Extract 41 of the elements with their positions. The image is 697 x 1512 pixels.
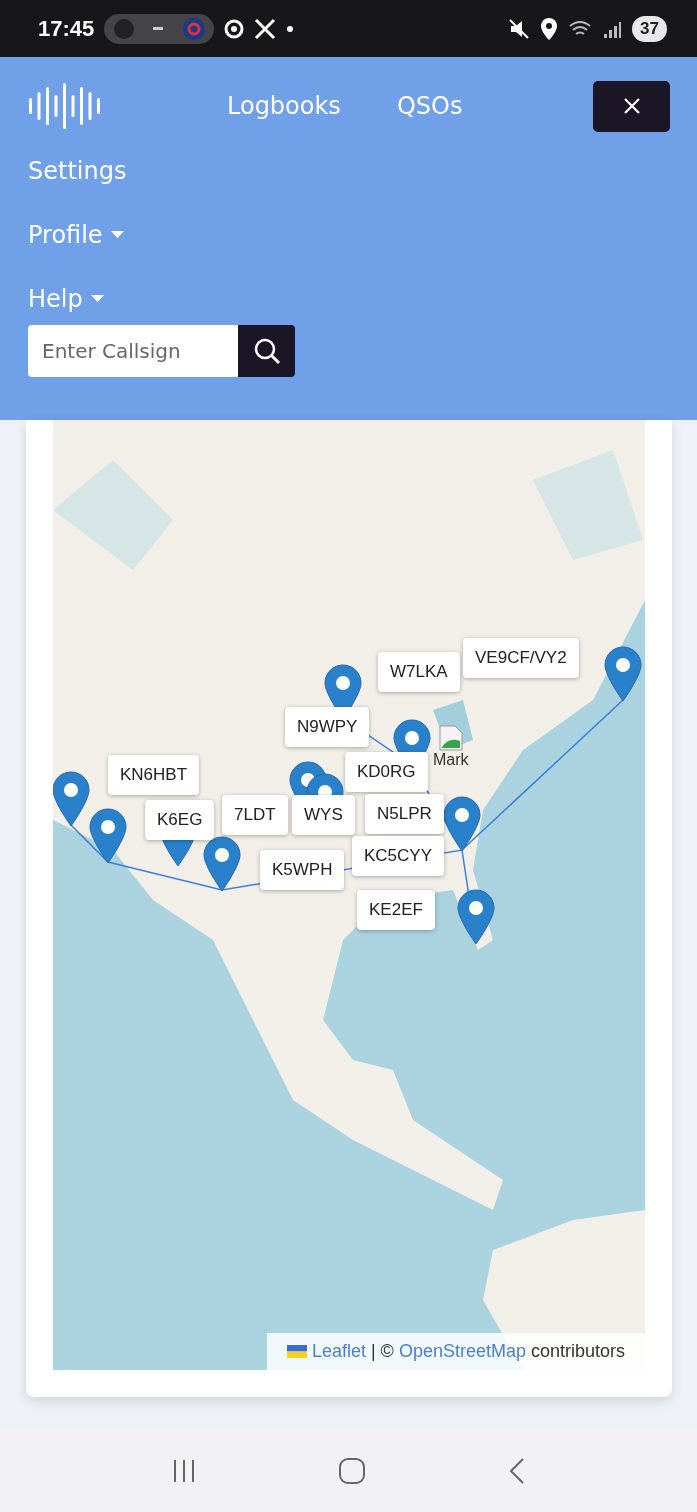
location-icon — [540, 16, 559, 41]
openstreetmap-link[interactable]: OpenStreetMap — [398, 1341, 526, 1362]
callsign-tooltip: KC5CYY — [352, 836, 445, 876]
callsign-tooltip: KE2EF — [357, 890, 435, 930]
search-button[interactable] — [238, 325, 295, 377]
broken-image-icon — [438, 725, 463, 751]
nav-link[interactable]: QSOs — [396, 92, 463, 120]
nav-menu-item[interactable]: Settings — [28, 157, 127, 185]
callsign-tooltip: N5LPR — [365, 794, 444, 834]
callsign-tooltip: W7LKA — [378, 652, 460, 692]
callsign-search-field[interactable]: Enter Callsign — [28, 325, 238, 377]
status-time: 17:45 — [38, 15, 95, 42]
map-pin-icon[interactable] — [457, 889, 495, 945]
mute-icon — [508, 17, 531, 40]
callsign-tooltip: 7LDT — [222, 795, 288, 835]
callsign-tooltip: KN6HBT — [108, 755, 200, 795]
map-pin-icon[interactable] — [89, 808, 127, 864]
nav-menu-item[interactable]: Profile — [28, 221, 124, 249]
home-icon[interactable] — [337, 1457, 366, 1485]
nav-link[interactable]: Logbooks — [227, 92, 341, 120]
callsign-tooltip: N9WPY — [285, 707, 370, 747]
close-icon — [622, 97, 641, 115]
map-pin-icon[interactable] — [604, 646, 642, 702]
leaflet-link[interactable]: Leaflet — [311, 1341, 366, 1362]
map-pin-icon[interactable] — [203, 836, 241, 892]
attribution-separator: | © — [370, 1341, 394, 1362]
image-alt-text: Mark — [433, 751, 469, 769]
callsign-tooltip: VE9CF/VY2 — [463, 638, 579, 678]
map-pin-icon[interactable] — [443, 796, 481, 852]
attribution-text: contributors — [530, 1341, 625, 1362]
map-pin-icon[interactable] — [53, 771, 90, 827]
dot-icon — [286, 24, 295, 33]
callsign-tooltip: K5WPH — [260, 850, 345, 890]
callsign-tooltip: K6EG — [145, 800, 215, 840]
callsign-tooltip: KD0RG — [345, 752, 428, 792]
callsign-tooltip: WYS — [292, 795, 355, 835]
close-button[interactable] — [593, 80, 670, 132]
search-icon — [252, 337, 281, 365]
ukraine-flag-icon — [286, 1345, 307, 1358]
battery-level: 37 — [632, 15, 667, 42]
nav-menu-item[interactable]: Help — [28, 285, 104, 313]
